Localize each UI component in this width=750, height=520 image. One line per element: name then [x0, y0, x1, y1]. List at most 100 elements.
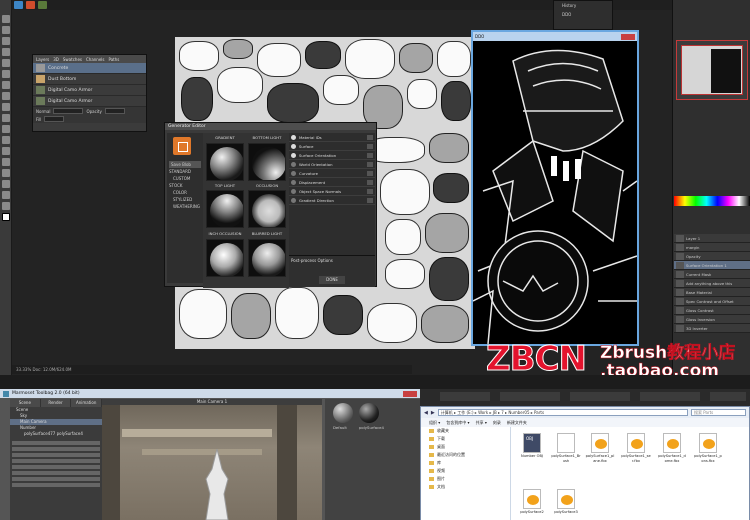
- preview-sphere-top-light[interactable]: [206, 190, 244, 228]
- blend-mode-field[interactable]: [53, 108, 84, 114]
- bridge-icon[interactable]: [14, 1, 23, 9]
- file-item[interactable]: Number OBJ: [517, 433, 547, 459]
- navigator-thumbnail[interactable]: [676, 40, 748, 100]
- taskbar-button[interactable]: [640, 392, 700, 401]
- hand-tool-icon[interactable]: [2, 191, 10, 199]
- brush-tool-icon[interactable]: [2, 92, 10, 100]
- tree-item-standard[interactable]: STANDARD: [167, 168, 203, 175]
- right-layer-row[interactable]: Add anything above this: [674, 279, 750, 288]
- generator-list-item[interactable]: Curvature: [289, 169, 375, 178]
- material-ball-polysurface[interactable]: [359, 403, 379, 423]
- tree-item-weathering[interactable]: WEATHERING: [167, 203, 203, 210]
- gradient-tool-icon[interactable]: [2, 125, 10, 133]
- options-icon[interactable]: [367, 143, 373, 149]
- property-row[interactable]: [12, 441, 100, 445]
- path-select-tool-icon[interactable]: [2, 169, 10, 177]
- property-row[interactable]: [12, 471, 100, 475]
- tree-item-color[interactable]: COLOR: [167, 189, 203, 196]
- tree-item-stylized[interactable]: STYLIZED: [167, 196, 203, 203]
- layer-row[interactable]: Concrete: [33, 63, 146, 74]
- generator-list-item[interactable]: Surface Orientation: [289, 151, 375, 160]
- tab-channels[interactable]: Channels: [86, 57, 105, 62]
- options-icon[interactable]: [367, 179, 373, 185]
- crop-tool-icon[interactable]: [2, 59, 10, 67]
- preview-sphere-bottom-light[interactable]: [248, 143, 286, 181]
- nav-item-libraries[interactable]: 库: [421, 459, 510, 467]
- eyedropper-tool-icon[interactable]: [2, 70, 10, 78]
- material-ball-default[interactable]: [333, 403, 353, 423]
- options-icon[interactable]: [367, 152, 373, 158]
- generator-list-item[interactable]: Displacement: [289, 178, 375, 187]
- file-item[interactable]: polySurface2: [517, 489, 547, 515]
- tab-swatches[interactable]: Swatches: [63, 57, 82, 62]
- taskbar-button[interactable]: [500, 392, 560, 401]
- color-swatches-bar[interactable]: [674, 196, 750, 206]
- visibility-icon[interactable]: [291, 170, 296, 176]
- tab-render[interactable]: Render: [41, 399, 72, 407]
- close-icon[interactable]: [621, 33, 635, 40]
- right-layer-row[interactable]: Surface Orientation 1: [674, 261, 750, 270]
- right-layer-row[interactable]: Opacity: [674, 252, 750, 261]
- done-button[interactable]: DONE: [319, 276, 345, 284]
- right-layer-row[interactable]: Spec Contrast and Offset: [674, 297, 750, 306]
- right-layer-row[interactable]: 3D Inverter: [674, 324, 750, 333]
- nav-item-recent[interactable]: 最近访问的位置: [421, 451, 510, 459]
- layer-row[interactable]: Digital Camo Armor: [33, 85, 146, 96]
- generator-list-item[interactable]: Material IDs: [289, 133, 375, 142]
- layer-row[interactable]: Digital Camo Armor: [33, 96, 146, 107]
- nav-item-documents[interactable]: 文档: [421, 483, 510, 491]
- wand-tool-icon[interactable]: [2, 48, 10, 56]
- dodge-tool-icon[interactable]: [2, 136, 10, 144]
- marquee-tool-icon[interactable]: [2, 26, 10, 34]
- options-icon[interactable]: [367, 134, 373, 140]
- back-arrow-icon[interactable]: ◀: [424, 410, 428, 416]
- close-icon[interactable]: [403, 390, 417, 397]
- preview-sphere-inch-occlusion[interactable]: [206, 239, 244, 277]
- options-icon[interactable]: [367, 188, 373, 194]
- options-icon[interactable]: [367, 161, 373, 167]
- tab-layers[interactable]: Layers: [36, 57, 49, 62]
- blend-mode-select[interactable]: Normal: [36, 109, 50, 114]
- file-item[interactable]: polySurface1_Br ush: [551, 433, 581, 463]
- file-item[interactable]: polySurface1_p ons.fbx: [693, 433, 723, 463]
- marmoset-viewport[interactable]: Main Camera 1: [102, 399, 322, 520]
- visibility-icon[interactable]: [291, 161, 296, 167]
- visibility-icon[interactable]: [291, 152, 296, 158]
- nav-item-videos[interactable]: 视频: [421, 467, 510, 475]
- right-layer-row[interactable]: Base Material: [674, 288, 750, 297]
- type-tool-icon[interactable]: [2, 158, 10, 166]
- right-layer-row[interactable]: margin: [674, 243, 750, 252]
- options-icon[interactable]: [367, 197, 373, 203]
- lasso-tool-icon[interactable]: [2, 37, 10, 45]
- generator-list-item[interactable]: Gradient Direction: [289, 196, 375, 205]
- move-tool-icon[interactable]: [2, 15, 10, 23]
- share-menu[interactable]: 共享 ▾: [476, 420, 487, 426]
- history-item[interactable]: DDO: [554, 10, 612, 19]
- mini-bridge-icon[interactable]: [38, 1, 47, 9]
- right-layer-row[interactable]: Gloss Inversion: [674, 315, 750, 324]
- robot-render-image[interactable]: [472, 41, 638, 345]
- right-layer-row[interactable]: Gloss Contrast: [674, 306, 750, 315]
- generator-list-item[interactable]: Object Space Normals: [289, 187, 375, 196]
- property-row[interactable]: [12, 453, 100, 457]
- search-input[interactable]: 搜索 Parts: [691, 409, 746, 416]
- property-row[interactable]: [12, 483, 100, 487]
- property-row[interactable]: [12, 465, 100, 469]
- taskbar-button[interactable]: [440, 392, 490, 401]
- generator-list-item[interactable]: World Orientation: [289, 160, 375, 169]
- taskbar-button[interactable]: [710, 392, 746, 401]
- fill-field[interactable]: [44, 116, 65, 122]
- include-library-menu[interactable]: 包含到库中 ▾: [446, 420, 469, 426]
- preview-sphere-gradient[interactable]: [206, 143, 244, 181]
- visibility-icon[interactable]: [291, 188, 296, 194]
- file-item[interactable]: polySurface3: [551, 489, 581, 515]
- tab-paths[interactable]: Paths: [109, 57, 120, 62]
- tree-item-stock[interactable]: STOCK: [167, 182, 203, 189]
- nav-item-pictures[interactable]: 图片: [421, 475, 510, 483]
- file-item[interactable]: polySurface1_se r.fbx: [621, 433, 651, 463]
- burn-button[interactable]: 刻录: [493, 420, 501, 426]
- nav-item-desktop[interactable]: 桌面: [421, 443, 510, 451]
- stamp-tool-icon[interactable]: [2, 103, 10, 111]
- save-blob-button[interactable]: Save Blob: [169, 161, 201, 168]
- generator-list-item[interactable]: Surface: [289, 142, 375, 151]
